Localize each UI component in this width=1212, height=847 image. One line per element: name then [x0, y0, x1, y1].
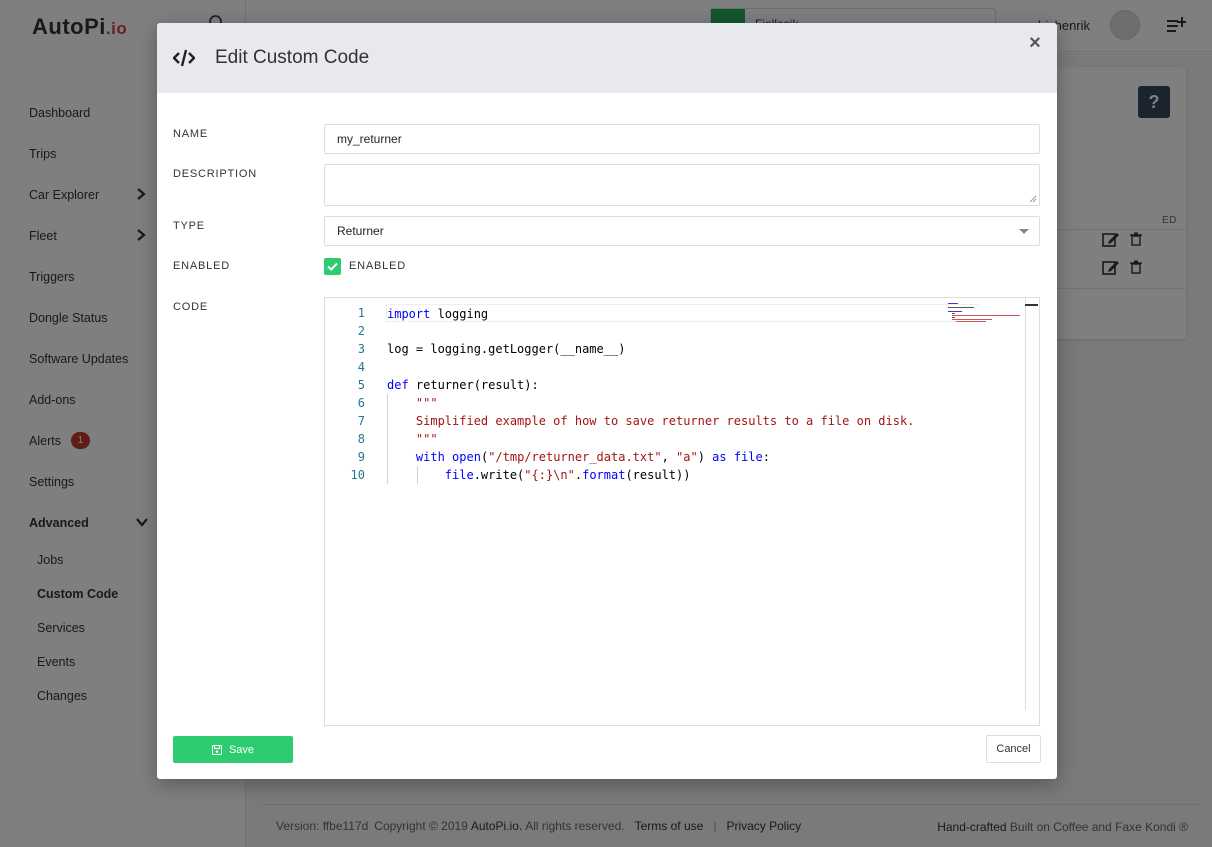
- line-number: 4: [357, 360, 365, 374]
- editor-scrollbar[interactable]: [1025, 298, 1026, 710]
- code-lines: import logging log = logging.getLogger(__…: [386, 304, 979, 484]
- line-number: 10: [350, 468, 365, 482]
- name-label: NAME: [173, 128, 208, 140]
- code-line[interactable]: import logging: [386, 304, 979, 322]
- code-editor[interactable]: 1 2 3 4 5 6 7 8 9 10 import logging log =…: [324, 297, 1040, 726]
- type-label: TYPE: [173, 220, 205, 232]
- code-line[interactable]: file.write("{:}\n".format(result)): [387, 466, 979, 484]
- line-number-gutter: 1 2 3 4 5 6 7 8 9 10: [325, 304, 365, 484]
- indent-guide: [387, 394, 388, 484]
- name-value: my_returner: [337, 132, 402, 146]
- line-number: 1: [357, 306, 365, 320]
- cancel-button[interactable]: Cancel: [986, 735, 1041, 763]
- name-input[interactable]: my_returner: [324, 124, 1040, 154]
- checkmark-icon: [327, 262, 338, 271]
- indent-guide: [417, 466, 418, 484]
- save-button-label: Save: [228, 743, 255, 756]
- line-number: 8: [357, 432, 365, 446]
- type-select[interactable]: Returner: [324, 216, 1040, 246]
- dropdown-arrow-icon: [1019, 229, 1029, 234]
- code-line[interactable]: with open("/tmp/returner_data.txt", "a")…: [387, 448, 979, 466]
- code-label: CODE: [173, 301, 208, 313]
- resize-handle-icon[interactable]: [1029, 195, 1037, 203]
- code-line[interactable]: """: [387, 394, 979, 412]
- line-number: 9: [357, 450, 365, 464]
- scrollbar-thumb[interactable]: [1025, 304, 1038, 306]
- line-number: 3: [357, 342, 365, 356]
- enabled-checkbox[interactable]: [324, 258, 341, 275]
- code-line[interactable]: Simplified example of how to save return…: [387, 412, 979, 430]
- line-number: 5: [357, 378, 365, 392]
- description-label: DESCRIPTION: [173, 168, 257, 180]
- edit-custom-code-modal: Edit Custom Code × NAME my_returner DESC…: [157, 23, 1057, 779]
- line-number: 7: [357, 414, 365, 428]
- code-line[interactable]: log = logging.getLogger(__name__): [387, 340, 979, 358]
- line-number: 2: [357, 324, 365, 338]
- save-button[interactable]: Save: [173, 736, 293, 763]
- code-line[interactable]: [387, 358, 979, 376]
- close-button[interactable]: ×: [1027, 33, 1043, 53]
- code-icon: [173, 49, 195, 67]
- minimap[interactable]: [948, 302, 1022, 326]
- enabled-label: ENABLED: [173, 260, 230, 272]
- line-number: 6: [357, 396, 365, 410]
- code-line[interactable]: [387, 322, 979, 340]
- modal-header: Edit Custom Code ×: [157, 23, 1057, 93]
- floppy-disk-icon: [211, 744, 222, 755]
- modal-title: Edit Custom Code: [215, 47, 370, 68]
- description-textarea[interactable]: [324, 164, 1040, 206]
- enabled-checkbox-label: ENABLED: [349, 260, 406, 272]
- code-line[interactable]: """: [387, 430, 979, 448]
- code-line[interactable]: def returner(result):: [387, 376, 979, 394]
- type-value: Returner: [337, 224, 384, 238]
